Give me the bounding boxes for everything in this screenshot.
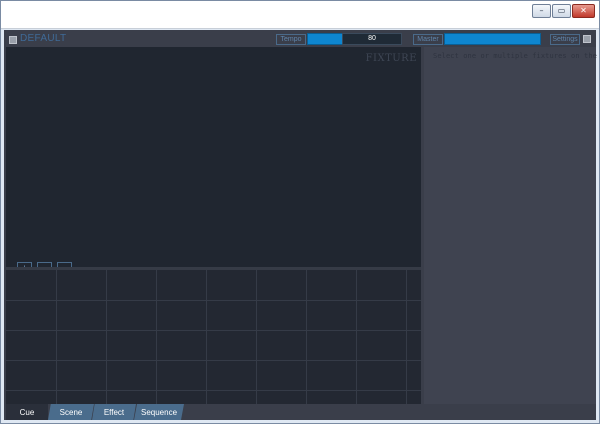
grid-row-line [6,390,421,391]
master-level-bar[interactable] [444,33,541,45]
maximize-icon[interactable]: ▭ [552,4,571,18]
master-button[interactable]: Master [413,34,443,45]
selection-hint: Select one or multiple fixtures on the l… [433,52,600,60]
caption-buttons: – ▭ ✕ [531,4,595,18]
panel-toggle-square-icon[interactable] [583,35,591,43]
fixture-watermark: FIXTURE [365,53,417,64]
bottom-tab-bar: Cue Scene Effect Sequence [4,404,596,420]
grid-column-line [306,270,307,404]
minimize-icon[interactable]: – [532,4,551,18]
tempo-bar[interactable] [307,33,344,45]
cue-grid[interactable] [6,270,421,404]
grid-column-line [356,270,357,404]
tab-scene[interactable]: Scene [48,404,94,420]
grid-row-line [6,360,421,361]
tab-cue[interactable]: Cue [6,404,48,420]
grid-column-line [406,270,407,404]
app-content: DEFAULT Tempo 80 Master Settings FIXTURE… [4,30,600,420]
grid-column-line [206,270,207,404]
grid-column-line [256,270,257,404]
grid-row-line [6,300,421,301]
app-window: – ▭ ✕ DEFAULT Tempo 80 Master Settings F… [0,0,600,424]
grid-column-line [56,270,57,404]
preset-name: DEFAULT [20,33,67,44]
fixture-stage[interactable]: FIXTURE + – ... [6,47,421,277]
grid-row-line [6,330,421,331]
top-toolbar: DEFAULT Tempo 80 Master Settings [4,30,596,48]
fixture-properties-panel: Select one or multiple fixtures on the l… [424,47,600,404]
settings-button[interactable]: Settings [550,34,580,45]
tempo-button[interactable]: Tempo [276,34,306,45]
close-icon[interactable]: ✕ [572,4,595,18]
tempo-value-field[interactable]: 80 [342,33,402,45]
tab-effect[interactable]: Effect [92,404,136,420]
window-menu-square-icon[interactable] [9,36,17,44]
grid-column-line [156,270,157,404]
title-bar[interactable]: – ▭ ✕ [1,1,599,29]
grid-column-line [106,270,107,404]
tab-sequence[interactable]: Sequence [134,404,184,420]
